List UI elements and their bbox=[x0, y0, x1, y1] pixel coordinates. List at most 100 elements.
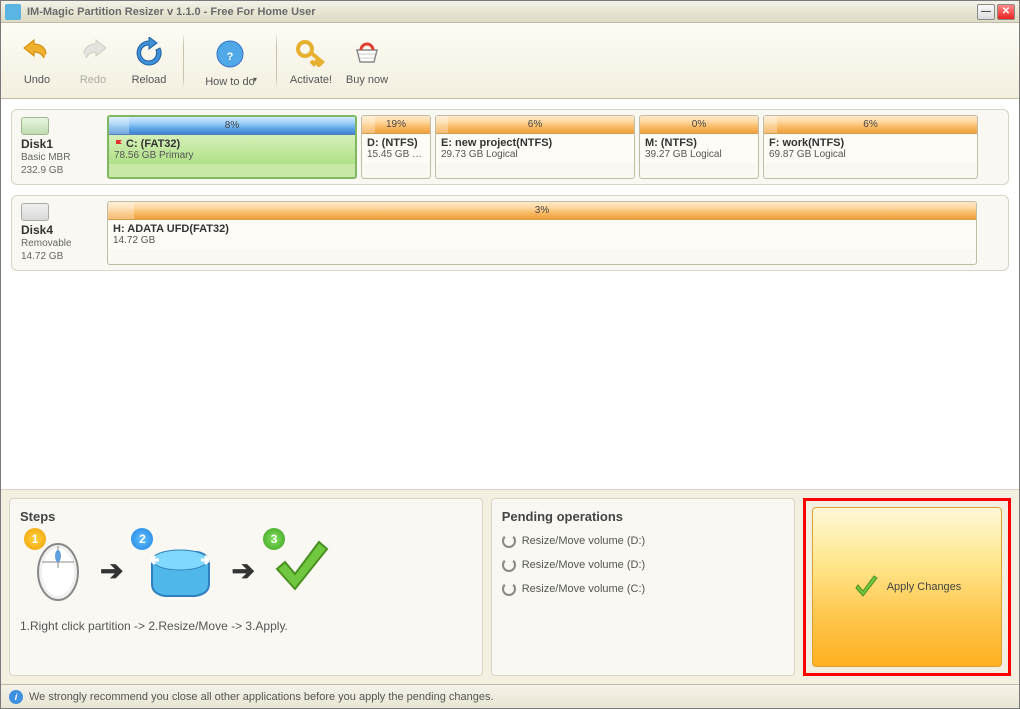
partition-body: H: ADATA UFD(FAT32)14.72 GB bbox=[108, 220, 976, 249]
redo-icon bbox=[77, 36, 109, 68]
partition-bar: 0% bbox=[640, 116, 758, 134]
reload-button[interactable]: Reload bbox=[121, 27, 177, 95]
info-icon: i bbox=[9, 690, 23, 704]
partition-bar: 6% bbox=[436, 116, 634, 134]
partition[interactable]: 8% C: (FAT32)78.56 GB Primary bbox=[107, 115, 357, 179]
minimize-button[interactable]: — bbox=[977, 4, 995, 20]
disk-type: Basic MBR bbox=[21, 151, 70, 164]
partition-body: M: (NTFS)39.27 GB Logical bbox=[640, 134, 758, 163]
apply-highlight: Apply Changes bbox=[803, 498, 1011, 676]
partition-info: 39.27 GB Logical bbox=[645, 149, 753, 160]
svg-text:?: ? bbox=[227, 51, 234, 63]
disk-name: Disk4 bbox=[21, 223, 53, 237]
pending-label: Resize/Move volume (D:) bbox=[522, 559, 645, 571]
partition-percent: 8% bbox=[225, 120, 239, 131]
partition-info: 15.45 GB L... bbox=[367, 149, 425, 160]
undo-button[interactable]: Undo bbox=[9, 27, 65, 95]
partition-body: C: (FAT32)78.56 GB Primary bbox=[109, 135, 355, 164]
step-2-image: 2 bbox=[137, 534, 217, 607]
status-text: We strongly recommend you close all othe… bbox=[29, 691, 494, 703]
key-icon bbox=[295, 36, 327, 68]
window-title: IM-Magic Partition Resizer v 1.1.0 - Fre… bbox=[27, 6, 977, 18]
app-icon bbox=[5, 4, 21, 20]
partition-percent: 0% bbox=[692, 119, 706, 130]
partition-info: 69.87 GB Logical bbox=[769, 149, 972, 160]
partition-body: D: (NTFS)15.45 GB L... bbox=[362, 134, 430, 163]
partition-percent: 3% bbox=[535, 205, 549, 216]
partition-container: 8% C: (FAT32)78.56 GB Primary 19% D: (NTFS)… bbox=[107, 115, 1003, 179]
partition[interactable]: 0% M: (NTFS)39.27 GB Logical bbox=[639, 115, 759, 179]
pending-title: Pending operations bbox=[502, 509, 784, 524]
partition-percent: 19% bbox=[386, 119, 406, 130]
partition-title: F: work(NTFS) bbox=[769, 137, 972, 149]
partition-bar: 19% bbox=[362, 116, 430, 134]
partition-bar: 8% bbox=[109, 117, 355, 135]
help-icon: ? bbox=[214, 38, 246, 70]
partition-bar: 6% bbox=[764, 116, 977, 134]
toolbar-separator bbox=[276, 33, 277, 89]
undo-icon bbox=[21, 36, 53, 68]
disk-type: Removable bbox=[21, 237, 72, 250]
check-icon bbox=[853, 574, 879, 600]
refresh-icon bbox=[502, 582, 516, 596]
basket-icon bbox=[351, 36, 383, 68]
apply-label: Apply Changes bbox=[887, 581, 962, 593]
partition-percent: 6% bbox=[528, 119, 542, 130]
partition-info: 78.56 GB Primary bbox=[114, 150, 350, 161]
toolbar-separator bbox=[183, 33, 184, 89]
partition-bar: 3% bbox=[108, 202, 976, 220]
pending-panel: Pending operations Resize/Move volume (D… bbox=[491, 498, 795, 676]
arrow-icon: ➔ bbox=[231, 554, 254, 587]
partition-title: D: (NTFS) bbox=[367, 137, 425, 149]
flag-icon bbox=[114, 139, 124, 149]
steps-title: Steps bbox=[20, 509, 472, 524]
close-button[interactable]: ✕ bbox=[997, 4, 1015, 20]
pending-item[interactable]: Resize/Move volume (D:) bbox=[502, 558, 784, 572]
pending-label: Resize/Move volume (D:) bbox=[522, 535, 645, 547]
partition[interactable]: 6% E: new project(NTFS)29.73 GB Logical bbox=[435, 115, 635, 179]
disk-label: Disk1Basic MBR232.9 GB bbox=[17, 115, 102, 179]
partition-title: M: (NTFS) bbox=[645, 137, 753, 149]
steps-panel: Steps 1 ➔ 2 ➔ 3 1.Right click partition … bbox=[9, 498, 483, 676]
titlebar[interactable]: IM-Magic Partition Resizer v 1.1.0 - Fre… bbox=[1, 1, 1019, 23]
partition-title: E: new project(NTFS) bbox=[441, 137, 629, 149]
disk-row: Disk4Removable14.72 GB3%H: ADATA UFD(FAT… bbox=[11, 195, 1009, 271]
disk-icon bbox=[21, 117, 49, 135]
partition-body: E: new project(NTFS)29.73 GB Logical bbox=[436, 134, 634, 163]
bottom-panels: Steps 1 ➔ 2 ➔ 3 1.Right click partition … bbox=[1, 489, 1019, 684]
partition-info: 14.72 GB bbox=[113, 235, 971, 246]
pending-item[interactable]: Resize/Move volume (C:) bbox=[502, 582, 784, 596]
disk-name: Disk1 bbox=[21, 137, 53, 151]
disk-label: Disk4Removable14.72 GB bbox=[17, 201, 102, 265]
pending-item[interactable]: Resize/Move volume (D:) bbox=[502, 534, 784, 548]
refresh-icon bbox=[502, 534, 516, 548]
empty-area bbox=[1, 291, 1019, 489]
buy-button[interactable]: Buy now bbox=[339, 27, 395, 95]
howto-button[interactable]: ? How to do▾ bbox=[190, 27, 270, 95]
arrow-icon: ➔ bbox=[100, 554, 123, 587]
partition[interactable]: 3% H: ADATA UFD(FAT32)14.72 GB bbox=[107, 201, 977, 265]
disk-icon bbox=[21, 203, 49, 221]
disk-list: Disk1Basic MBR232.9 GB 8% C: (FAT32)78.56 … bbox=[1, 99, 1019, 291]
partition[interactable]: 6% F: work(NTFS)69.87 GB Logical bbox=[763, 115, 978, 179]
steps-hint: 1.Right click partition -> 2.Resize/Move… bbox=[20, 619, 472, 633]
main-window: IM-Magic Partition Resizer v 1.1.0 - Fre… bbox=[0, 0, 1020, 709]
partition-title: C: (FAT32) bbox=[114, 138, 350, 150]
partition-info: 29.73 GB Logical bbox=[441, 149, 629, 160]
step-1-image: 1 bbox=[30, 534, 86, 607]
disk-size: 232.9 GB bbox=[21, 164, 63, 177]
partition-title: H: ADATA UFD(FAT32) bbox=[113, 223, 971, 235]
statusbar: i We strongly recommend you close all ot… bbox=[1, 684, 1019, 708]
step-3-image: 3 bbox=[269, 534, 333, 607]
activate-button[interactable]: Activate! bbox=[283, 27, 339, 95]
apply-button[interactable]: Apply Changes bbox=[812, 507, 1002, 667]
redo-button: Redo bbox=[65, 27, 121, 95]
disk-size: 14.72 GB bbox=[21, 250, 63, 263]
reload-icon bbox=[133, 36, 165, 68]
toolbar: Undo Redo Reload ? How to do▾ Activate! … bbox=[1, 23, 1019, 99]
partition-percent: 6% bbox=[863, 119, 877, 130]
partition[interactable]: 19% D: (NTFS)15.45 GB L... bbox=[361, 115, 431, 179]
pending-label: Resize/Move volume (C:) bbox=[522, 583, 645, 595]
disk-row: Disk1Basic MBR232.9 GB 8% C: (FAT32)78.56 … bbox=[11, 109, 1009, 185]
refresh-icon bbox=[502, 558, 516, 572]
